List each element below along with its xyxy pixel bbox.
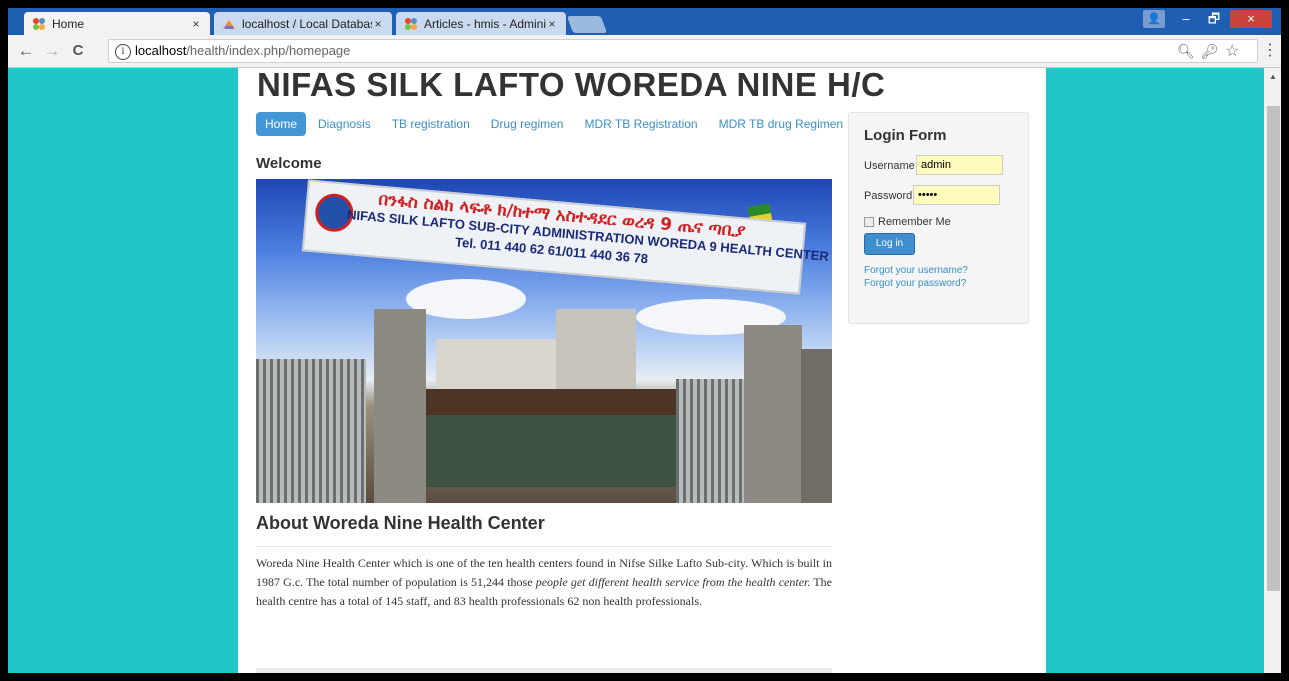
- nav-item-mdr-tb-registration[interactable]: MDR TB Registration: [575, 112, 706, 136]
- content-bottom-edge: [256, 668, 832, 673]
- about-paragraph: Woreda Nine Health Center which is one o…: [256, 554, 832, 611]
- url-text[interactable]: localhost/health/index.php/homepage: [135, 43, 350, 58]
- info-icon[interactable]: i: [115, 44, 131, 60]
- username-input[interactable]: admin: [916, 155, 1003, 175]
- browser-window: Home × localhost / Local Databas × Artic…: [7, 7, 1282, 674]
- login-button[interactable]: Log in: [864, 233, 915, 255]
- nav-item-diagnosis[interactable]: Diagnosis: [309, 112, 380, 136]
- forgot-username-link[interactable]: Forgot your username?: [864, 265, 968, 276]
- close-tab-icon[interactable]: ×: [190, 17, 202, 31]
- tab-phpmyadmin[interactable]: localhost / Local Databas ×: [214, 12, 392, 35]
- tab-strip: Home × localhost / Local Databas × Artic…: [8, 8, 1281, 35]
- tab-articles[interactable]: Articles - hmis - Adminis ×: [396, 12, 566, 35]
- forgot-password-link[interactable]: Forgot your password?: [864, 278, 966, 289]
- hospital-tower: [556, 309, 636, 399]
- health-center-photo: በንፋስ ስልክ ላፍቶ ክ/ከተማ አስተዳደር ወረዳ 9 ጤና ጣቢያ N…: [256, 179, 832, 503]
- close-window-button[interactable]: ×: [1230, 10, 1272, 28]
- divider: [256, 546, 832, 547]
- nav-item-home[interactable]: Home: [256, 112, 307, 136]
- welcome-heading: Welcome: [256, 155, 322, 172]
- joomla-icon: [404, 17, 418, 31]
- user-icon[interactable]: 👤: [1143, 10, 1165, 28]
- username-label: Username: [864, 160, 915, 172]
- address-toolbar: ← → C i localhost/health/index.php/homep…: [8, 35, 1281, 68]
- left-gate-post: [374, 309, 426, 503]
- about-text-emphasis: people get different health service from…: [535, 575, 811, 589]
- bookmark-star-icon[interactable]: ☆: [1225, 41, 1239, 61]
- password-label: Password: [864, 190, 913, 202]
- page-container: NIFAS SILK LAFTO WOREDA NINE H/C Home Di…: [238, 68, 1046, 673]
- menu-icon[interactable]: ⋮: [1260, 41, 1280, 61]
- nav-item-tb-registration[interactable]: TB registration: [383, 112, 479, 136]
- login-form: Login Form Username admin Password •••••…: [848, 112, 1029, 324]
- close-tab-icon[interactable]: ×: [546, 17, 558, 31]
- restore-button[interactable]: 🗗: [1201, 10, 1227, 28]
- url-path: /health/index.php/homepage: [186, 43, 351, 58]
- tab-title: Home: [52, 16, 85, 31]
- tab-home[interactable]: Home ×: [24, 12, 210, 35]
- minimize-button[interactable]: –: [1173, 10, 1199, 28]
- nav-item-mdr-tb-drug-regimen[interactable]: MDR TB drug Regimen: [710, 112, 853, 136]
- vertical-scrollbar[interactable]: ▲: [1264, 68, 1281, 673]
- main-nav: Home Diagnosis TB registration Drug regi…: [256, 112, 855, 136]
- scroll-thumb[interactable]: [1267, 106, 1280, 591]
- reload-button[interactable]: C: [68, 41, 88, 61]
- nav-item-drug-regimen[interactable]: Drug regimen: [482, 112, 573, 136]
- remember-me-label: Remember Me: [878, 216, 951, 228]
- tab-title: localhost / Local Databas: [242, 16, 372, 31]
- address-bar[interactable]: i localhost/health/index.php/homepage 🔍︎…: [108, 39, 1258, 63]
- gate-post: [801, 349, 832, 503]
- right-gate-post: [744, 325, 802, 503]
- page-viewport: NIFAS SILK LAFTO WOREDA NINE H/C Home Di…: [8, 68, 1264, 673]
- about-heading: About Woreda Nine Health Center: [256, 513, 545, 533]
- tab-title: Articles - hmis - Adminis: [424, 16, 546, 31]
- health-center-sign: በንፋስ ስልክ ላፍቶ ክ/ከተማ አስተዳደር ወረዳ 9 ጤና ጣቢያ N…: [301, 179, 829, 295]
- zoom-icon[interactable]: 🔍︎: [1177, 43, 1195, 60]
- site-title: NIFAS SILK LAFTO WOREDA NINE H/C: [257, 68, 886, 103]
- forward-button[interactable]: →: [42, 41, 62, 61]
- joomla-icon: [32, 17, 46, 31]
- remember-me-checkbox[interactable]: [864, 217, 874, 227]
- left-fence: [256, 359, 366, 503]
- login-title: Login Form: [864, 127, 947, 144]
- new-tab-button[interactable]: [566, 16, 608, 33]
- phpmyadmin-icon: [222, 17, 236, 31]
- back-button[interactable]: ←: [16, 41, 36, 61]
- password-input[interactable]: •••••: [913, 185, 1000, 205]
- close-tab-icon[interactable]: ×: [372, 17, 384, 31]
- key-icon[interactable]: 🔑︎: [1201, 43, 1219, 60]
- url-host: localhost: [135, 43, 187, 58]
- scroll-up-arrow-icon[interactable]: ▲: [1269, 72, 1277, 81]
